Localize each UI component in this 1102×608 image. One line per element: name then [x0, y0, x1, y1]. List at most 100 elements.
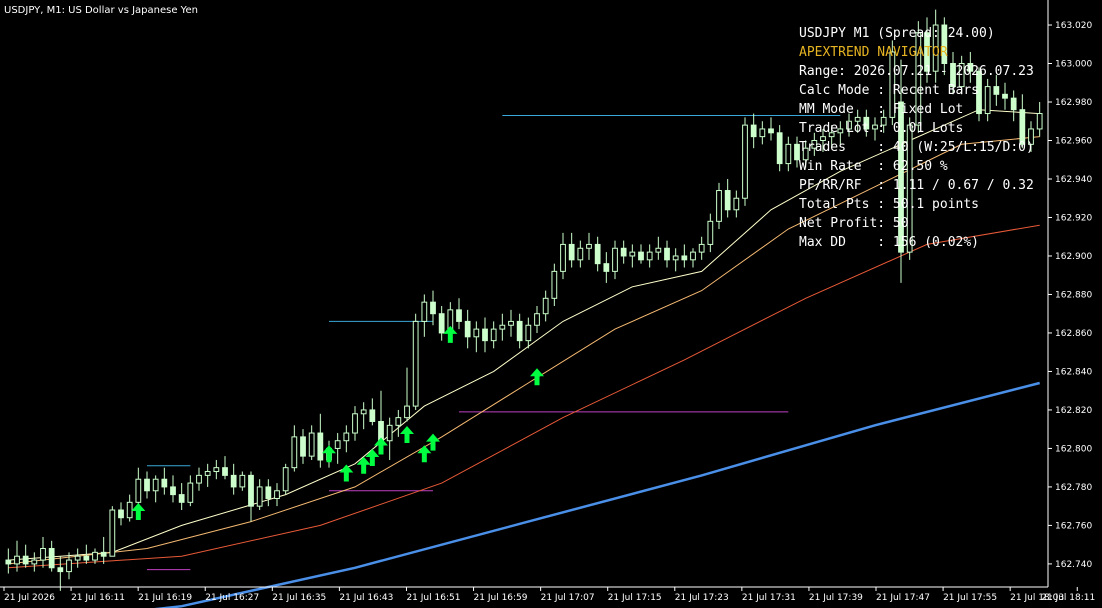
bear-candle	[681, 255, 688, 261]
bear-candle	[248, 474, 254, 507]
bear-candle	[178, 494, 185, 503]
price-tick-label: 162.980	[1055, 98, 1092, 108]
bear-candle	[430, 301, 436, 315]
bull-candle	[360, 409, 367, 415]
bull-candle	[716, 190, 722, 222]
bear-candle	[144, 478, 150, 492]
bull-candle	[74, 555, 81, 561]
bear-candle	[57, 567, 64, 573]
price-tick-label: 162.860	[1055, 329, 1092, 339]
price-tick-label: 162.880	[1055, 290, 1092, 300]
bear-candle	[22, 555, 29, 565]
price-tick-label: 163.000	[1055, 60, 1092, 70]
time-tick-label: 21 Jul 16:19	[138, 593, 192, 603]
bear-candle	[1010, 97, 1017, 111]
bear-candle	[100, 551, 107, 557]
bull-candle	[560, 243, 566, 272]
bull-candle	[40, 548, 46, 561]
panel-line: Max DD : 156 (0.02%)	[799, 235, 979, 250]
bull-candle	[213, 467, 220, 473]
bull-candle	[534, 313, 540, 326]
bear-candle	[83, 555, 90, 561]
panel-line: Win Rate : 62.50 %	[799, 159, 948, 174]
bear-candle	[1002, 93, 1008, 99]
bear-candle	[222, 467, 228, 476]
panel-line: Net Profit: 50	[799, 216, 909, 231]
bull-candle	[473, 328, 480, 338]
bull-candle	[577, 247, 584, 261]
panel-line: Calc Mode : Recent Bars	[799, 83, 979, 98]
bull-candle	[135, 478, 142, 503]
price-tick-label: 162.780	[1055, 483, 1092, 493]
bull-candle	[92, 551, 98, 561]
bull-candle	[412, 320, 419, 407]
bull-candle	[525, 324, 532, 342]
bull-candle	[542, 297, 549, 315]
bull-candle	[785, 143, 792, 165]
time-tick-label: 21 Jul 17:47	[876, 593, 930, 603]
bear-candle	[776, 132, 783, 165]
bull-candle	[551, 270, 558, 299]
time-tick-label: 21 Jul 16:35	[272, 593, 326, 603]
bull-candle	[1036, 113, 1043, 130]
bear-candle	[317, 432, 324, 461]
bull-candle	[352, 413, 358, 434]
panel-line: Trades : 40 (W:25/L:15/D:0)	[799, 140, 1034, 155]
bear-candle	[620, 247, 627, 257]
time-tick-label: 21 Jul 16:27	[205, 593, 259, 603]
panel-line: Range: 2026.07.21 - 2026.07.23	[799, 64, 1034, 79]
price-chart[interactable]: 163.020 163.000 162.980 162.960 162.940 162.9…	[0, 0, 1102, 608]
bull-candle	[109, 509, 116, 557]
price-tick-label: 162.960	[1055, 136, 1092, 146]
bull-candle	[204, 471, 211, 476]
bull-candle	[508, 320, 514, 326]
bull-candle	[698, 243, 705, 253]
bull-candle	[655, 247, 662, 253]
bull-candle	[256, 486, 263, 507]
bear-candle	[664, 247, 670, 261]
time-tick-label: 21 Jul 17:55	[943, 593, 997, 603]
bull-candle	[490, 328, 497, 342]
bear-candle	[456, 309, 462, 322]
bear-candle	[438, 313, 445, 334]
bull-candle	[152, 478, 159, 492]
bear-candle	[161, 478, 168, 488]
time-tick-label: 21 Jul 16:59	[474, 593, 528, 603]
bull-candle	[386, 424, 393, 442]
bull-candle	[690, 251, 696, 261]
bear-candle	[48, 548, 55, 569]
bear-candle	[230, 474, 237, 488]
bear-candle	[603, 263, 610, 272]
bull-candle	[31, 559, 38, 565]
bear-candle	[516, 320, 523, 342]
bull-candle	[586, 243, 592, 249]
bull-candle	[291, 436, 298, 469]
time-tick-label: 21 Jul 18:11	[1041, 593, 1095, 603]
bull-candle	[282, 467, 289, 492]
bear-candle	[265, 486, 272, 499]
bull-candle	[759, 128, 766, 138]
time-tick-label: 21 Jul 17:31	[742, 593, 796, 603]
bear-candle	[170, 486, 176, 496]
time-tick-label: 21 Jul 16:11	[71, 593, 125, 603]
bull-candle	[334, 440, 341, 449]
time-tick-label: 21 Jul 17:15	[608, 593, 662, 603]
bull-candle	[239, 474, 246, 488]
time-tick-label: 21 Jul 17:07	[541, 593, 595, 603]
bull-candle	[66, 559, 72, 573]
bull-candle	[343, 432, 350, 442]
price-axis[interactable]: 163.020 163.000 162.980 162.960 162.940 162.9…	[1048, 21, 1092, 570]
bear-candle	[750, 124, 757, 138]
bear-candle	[724, 190, 731, 211]
price-tick-label: 163.020	[1055, 21, 1092, 31]
bull-candle	[672, 255, 679, 261]
time-tick-label: 21 Jul 2026	[4, 593, 55, 603]
bear-candle	[482, 328, 488, 342]
bull-candle	[308, 432, 315, 457]
bull-candle	[14, 555, 20, 565]
bear-candle	[464, 320, 471, 338]
time-tick-label: 21 Jul 16:51	[406, 593, 460, 603]
bull-candle	[395, 417, 402, 426]
price-tick-label: 162.940	[1055, 175, 1092, 185]
bear-candle	[638, 251, 644, 261]
